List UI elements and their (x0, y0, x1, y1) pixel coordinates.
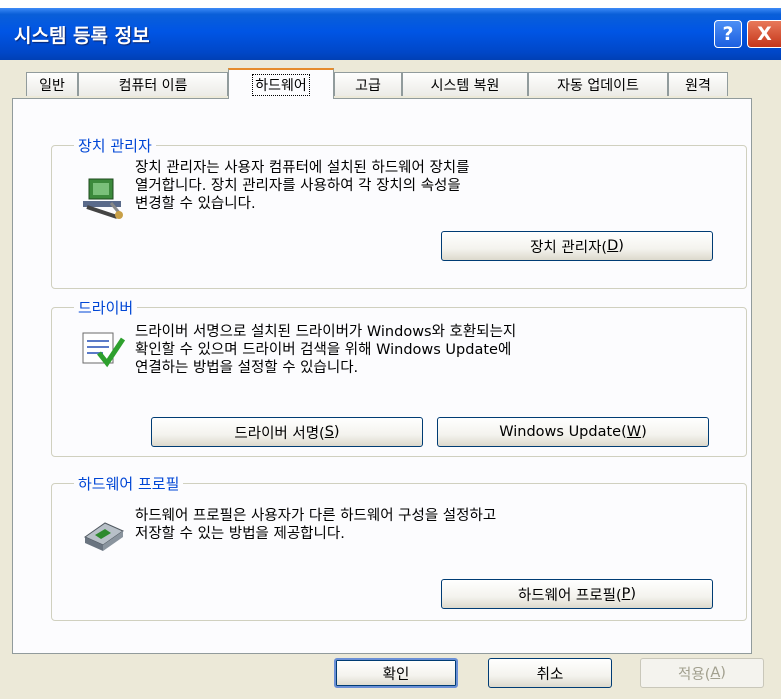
help-icon: ? (722, 23, 734, 45)
hardware-profiles-description: 하드웨어 프로필은 사용자가 다른 하드웨어 구성을 설정하고 저장할 수 있는… (135, 508, 497, 542)
tab-automatic-updates[interactable]: 자동 업데이트 (528, 72, 668, 96)
hardware-profiles-group-label: 하드웨어 프로필 (74, 473, 184, 494)
driver-signing-button[interactable]: 드라이버 서명(S) (151, 417, 423, 447)
device-manager-group-label: 장치 관리자 (74, 135, 156, 156)
hardware-profile-icon (83, 522, 125, 551)
system-properties-window: 시스템 등록 정보 ? X 일반 컴퓨터 이름 하드웨어 고급 시스템 복원 자… (0, 8, 781, 699)
device-manager-button[interactable]: 장치 관리자(D) (441, 231, 713, 261)
tab-system-restore[interactable]: 시스템 복원 (402, 72, 528, 96)
hardware-profiles-button[interactable]: 하드웨어 프로필(P) (441, 579, 713, 609)
driver-signing-icon (82, 332, 126, 368)
hardware-tab-panel: 장치 관리자 장치 관리자는 사용자 컴퓨터에 설치된 하드웨어 장치를 열거합… (12, 98, 752, 654)
close-icon: X (757, 23, 772, 45)
tab-computer-name[interactable]: 컴퓨터 이름 (78, 72, 228, 96)
drivers-description: 드라이버 서명으로 설치된 드라이버가 Windows와 호환되는지 확인할 수… (135, 324, 517, 376)
device-manager-description: 장치 관리자는 사용자 컴퓨터에 설치된 하드웨어 장치를 열거합니다. 장치 … (135, 160, 470, 212)
ok-button[interactable]: 확인 (334, 658, 458, 688)
tab-remote[interactable]: 원격 (668, 72, 728, 96)
tab-strip: 일반 컴퓨터 이름 하드웨어 고급 시스템 복원 자동 업데이트 원격 (12, 68, 752, 99)
help-button[interactable]: ? (714, 20, 742, 48)
tab-advanced[interactable]: 고급 (334, 72, 402, 96)
cancel-button[interactable]: 취소 (488, 658, 612, 688)
drivers-group-label: 드라이버 (74, 297, 138, 318)
apply-button[interactable]: 적용(A) (640, 658, 764, 688)
windows-update-button[interactable]: Windows Update(W) (437, 417, 709, 447)
window-title: 시스템 등록 정보 (14, 25, 150, 47)
close-button[interactable]: X (747, 20, 781, 48)
tab-general[interactable]: 일반 (26, 72, 78, 96)
tab-hardware[interactable]: 하드웨어 (228, 68, 334, 99)
device-manager-icon (83, 178, 123, 219)
title-bar[interactable]: 시스템 등록 정보 ? X (0, 8, 781, 60)
